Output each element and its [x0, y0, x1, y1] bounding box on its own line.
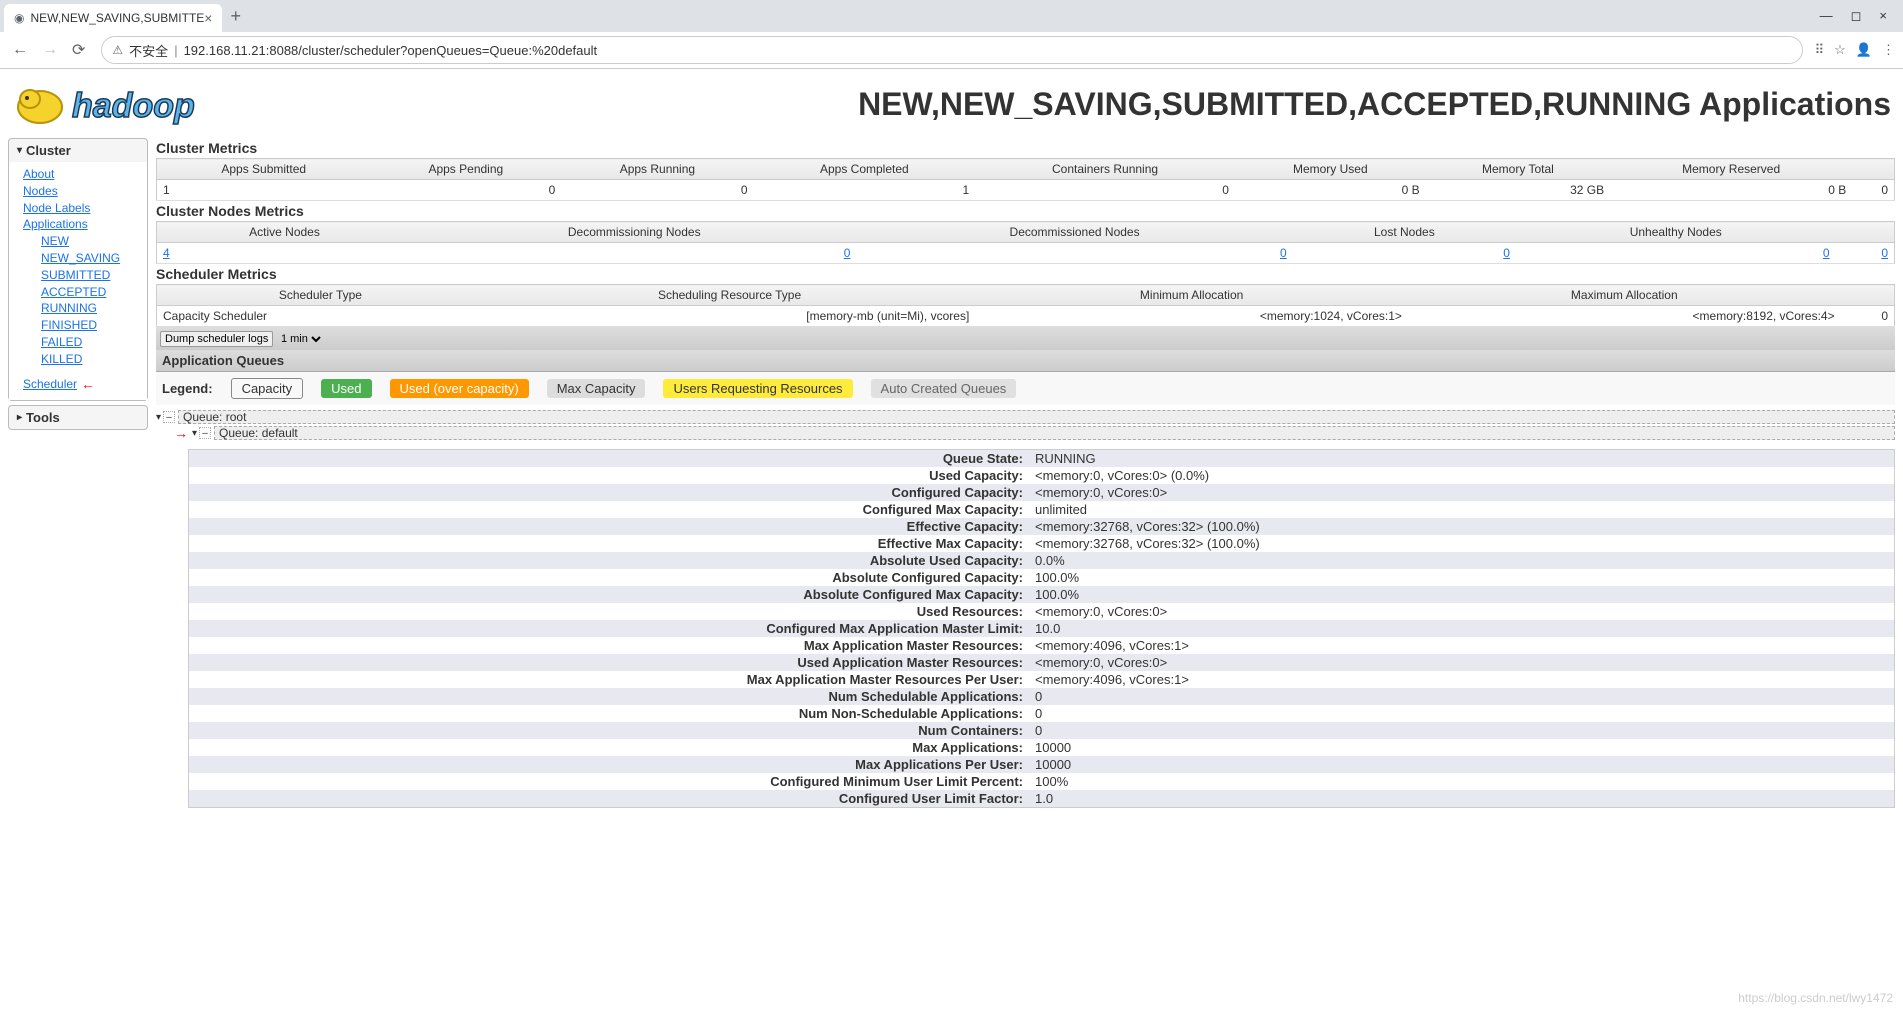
legend-row: Legend: Capacity Used Used (over capacit… — [156, 372, 1895, 405]
sidebar-link-killed[interactable]: KILLED — [41, 351, 139, 368]
detail-row: Max Applications:10000 — [189, 739, 1894, 756]
table-row: 400000 — [157, 243, 1895, 264]
detail-row: Queue State:RUNNING — [189, 450, 1894, 467]
back-button[interactable]: ← — [8, 37, 32, 63]
detail-row: Configured Capacity:<memory:0, vCores:0> — [189, 484, 1894, 501]
url-text: 192.168.11.21:8088/cluster/scheduler?ope… — [184, 43, 598, 58]
detail-row: Absolute Configured Max Capacity:100.0% — [189, 586, 1894, 603]
queue-bar-root: Queue: root — [178, 410, 1895, 424]
reload-button[interactable]: ⟳ — [68, 36, 89, 64]
sidebar-link-applications[interactable]: Applications — [23, 216, 139, 233]
dump-scheduler-logs-button[interactable]: Dump scheduler logs — [160, 331, 273, 347]
legend-users: Users Requesting Resources — [663, 379, 852, 398]
maximize-icon[interactable]: ◻ — [1851, 8, 1862, 24]
browser-chrome: ◉ NEW,NEW_SAVING,SUBMITTE × + — ◻ × ← → … — [0, 0, 1903, 69]
legend-capacity: Capacity — [231, 378, 304, 399]
app-queues-header: Application Queues — [156, 350, 1895, 372]
detail-row: Configured Minimum User Limit Percent:10… — [189, 773, 1894, 790]
globe-icon: ◉ — [14, 11, 24, 25]
detail-row: Max Application Master Resources:<memory… — [189, 637, 1894, 654]
dump-time-select[interactable]: 1 min — [277, 332, 324, 346]
cluster-metrics-table: Apps SubmittedApps PendingApps RunningAp… — [156, 158, 1895, 201]
caret-down-icon: ▾ — [192, 428, 197, 439]
minimize-icon[interactable]: — — [1820, 8, 1833, 24]
sidebar-link-running[interactable]: RUNNING — [41, 300, 139, 317]
profile-icon[interactable]: 👤 — [1856, 42, 1872, 58]
page-title: NEW,NEW_SAVING,SUBMITTED,ACCEPTED,RUNNIN… — [248, 86, 1895, 123]
legend-used: Used — [321, 379, 371, 398]
tab-bar: ◉ NEW,NEW_SAVING,SUBMITTE × + — ◻ × — [0, 0, 1903, 32]
detail-row: Configured Max Capacity:unlimited — [189, 501, 1894, 518]
translate-icon[interactable]: ⠿ — [1815, 42, 1825, 58]
star-icon[interactable]: ☆ — [1834, 42, 1846, 58]
address-bar[interactable]: ⚠ 不安全 | 192.168.11.21:8088/cluster/sched… — [101, 36, 1802, 64]
close-window-icon[interactable]: × — [1879, 8, 1887, 24]
sidebar-link-finished[interactable]: FINISHED — [41, 317, 139, 334]
main-content: Cluster Metrics Apps SubmittedApps Pendi… — [156, 138, 1895, 808]
watermark: https://blog.csdn.net/lwy1472 — [1738, 991, 1893, 1005]
detail-row: Num Containers:0 — [189, 722, 1894, 739]
detail-row: Max Application Master Resources Per Use… — [189, 671, 1894, 688]
scheduler-metrics-table: Scheduler TypeScheduling Resource TypeMi… — [156, 284, 1895, 327]
detail-row: Num Non-Schedulable Applications:0 — [189, 705, 1894, 722]
hadoop-logo: hadoop — [8, 77, 248, 132]
sidebar-link-new[interactable]: NEW — [41, 233, 139, 250]
scheduler-metrics-title: Scheduler Metrics — [156, 266, 1895, 282]
sidebar-link-node-labels[interactable]: Node Labels — [23, 200, 139, 217]
sidebar-header-tools[interactable]: ▸ Tools — [9, 406, 147, 429]
caret-down-icon: ▾ — [17, 145, 22, 156]
insecure-icon: ⚠ — [112, 43, 123, 57]
sidebar-header-cluster[interactable]: ▾ Cluster — [9, 139, 147, 162]
window-controls: — ◻ × — [1820, 8, 1899, 24]
arrow-annotation-icon: → — [174, 425, 188, 441]
queue-bar-default: Queue: default — [214, 426, 1895, 440]
new-tab-button[interactable]: + — [230, 6, 241, 27]
legend-max: Max Capacity — [547, 379, 646, 398]
sidebar: ▾ Cluster About Nodes Node Labels Applic… — [8, 138, 148, 808]
sidebar-link-scheduler[interactable]: Scheduler — [23, 376, 77, 393]
queue-details-table: Queue State:RUNNINGUsed Capacity:<memory… — [188, 449, 1895, 808]
detail-row: Used Application Master Resources:<memor… — [189, 654, 1894, 671]
sidebar-link-accepted[interactable]: ACCEPTED — [41, 284, 139, 301]
sidebar-link-failed[interactable]: FAILED — [41, 334, 139, 351]
sidebar-link-submitted[interactable]: SUBMITTED — [41, 267, 139, 284]
legend-auto: Auto Created Queues — [871, 379, 1017, 398]
tab-title: NEW,NEW_SAVING,SUBMITTE — [30, 11, 204, 25]
queue-default-node[interactable]: ▾ – Queue: default — [192, 425, 1895, 441]
arrow-annotation-icon: ← — [81, 376, 95, 392]
detail-row: Num Schedulable Applications:0 — [189, 688, 1894, 705]
detail-row: Used Capacity:<memory:0, vCores:0> (0.0%… — [189, 467, 1894, 484]
table-row: Capacity Scheduler[memory-mb (unit=Mi), … — [157, 306, 1895, 327]
caret-down-icon: ▾ — [156, 412, 161, 423]
nodes-metrics-table: Active NodesDecommissioning NodesDecommi… — [156, 221, 1895, 264]
svg-text:hadoop: hadoop — [72, 87, 195, 125]
menu-icon[interactable]: ⋮ — [1882, 42, 1895, 58]
detail-row: Effective Max Capacity:<memory:32768, vC… — [189, 535, 1894, 552]
detail-row: Absolute Configured Capacity:100.0% — [189, 569, 1894, 586]
queue-root-node[interactable]: ▾ – Queue: root — [156, 409, 1895, 425]
detail-row: Absolute Used Capacity:0.0% — [189, 552, 1894, 569]
detail-row: Max Applications Per User:10000 — [189, 756, 1894, 773]
close-tab-icon[interactable]: × — [204, 10, 212, 26]
sidebar-link-about[interactable]: About — [23, 166, 139, 183]
browser-tab[interactable]: ◉ NEW,NEW_SAVING,SUBMITTE × — [4, 4, 222, 32]
forward-button[interactable]: → — [38, 37, 62, 63]
legend-over: Used (over capacity) — [390, 379, 529, 398]
nav-bar: ← → ⟳ ⚠ 不安全 | 192.168.11.21:8088/cluster… — [0, 32, 1903, 68]
sidebar-link-nodes[interactable]: Nodes — [23, 183, 139, 200]
detail-row: Used Resources:<memory:0, vCores:0> — [189, 603, 1894, 620]
nodes-metrics-title: Cluster Nodes Metrics — [156, 203, 1895, 219]
sidebar-link-new_saving[interactable]: NEW_SAVING — [41, 250, 139, 267]
collapse-icon[interactable]: – — [199, 427, 211, 439]
table-row: 100100 B32 GB0 B0 — [157, 180, 1895, 201]
legend-label: Legend: — [162, 381, 213, 396]
detail-row: Configured Max Application Master Limit:… — [189, 620, 1894, 637]
caret-right-icon: ▸ — [17, 412, 22, 423]
detail-row: Effective Capacity:<memory:32768, vCores… — [189, 518, 1894, 535]
collapse-icon[interactable]: – — [163, 411, 175, 423]
cluster-metrics-title: Cluster Metrics — [156, 140, 1895, 156]
detail-row: Configured User Limit Factor:1.0 — [189, 790, 1894, 807]
insecure-label: 不安全 — [129, 41, 168, 60]
